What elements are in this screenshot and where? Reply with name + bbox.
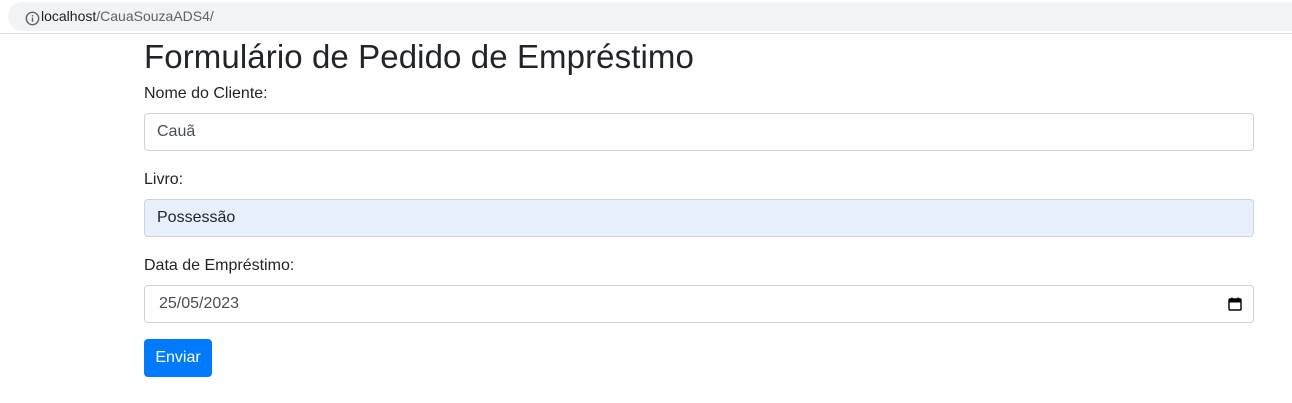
data-label: Data de Empréstimo: — [144, 257, 295, 274]
calendar-icon[interactable] — [1228, 297, 1242, 311]
cliente-label: Nome do Cliente: — [144, 85, 268, 102]
browser-address-bar: localhost/CauaSouzaADS4/ — [0, 0, 1292, 34]
info-icon[interactable] — [25, 11, 40, 26]
enviar-button[interactable]: Enviar — [144, 339, 212, 377]
data-emprestimo-value: 25/05/2023 — [159, 295, 240, 312]
url-host: localhost — [41, 8, 97, 24]
data-emprestimo-input[interactable]: 25/05/2023 — [144, 285, 1254, 323]
livro-input[interactable] — [144, 199, 1254, 237]
livro-label: Livro: — [144, 171, 184, 188]
url-path: /CauaSouzaADS4/ — [96, 8, 214, 24]
cliente-input[interactable] — [144, 113, 1254, 151]
page-title: Formulário de Pedido de Empréstimo — [144, 38, 694, 75]
url-text[interactable]: localhost/CauaSouzaADS4/ — [41, 8, 214, 25]
